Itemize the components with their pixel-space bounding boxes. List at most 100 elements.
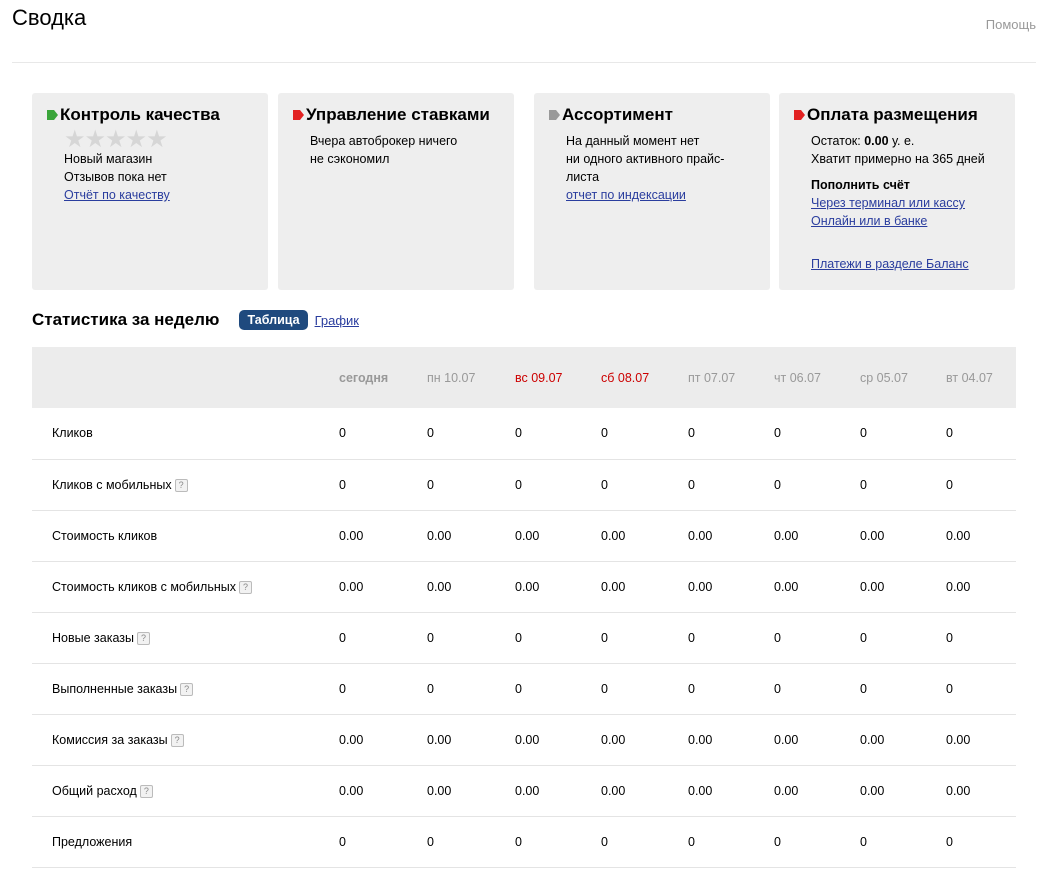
table-cell: 0 [946,477,953,492]
stats-header: Статистика за неделю Таблица График [32,310,359,330]
stats-title: Статистика за неделю [32,310,220,329]
table-cell: 0.00 [427,528,452,543]
card-quality-title: Контроль качества [47,105,268,125]
table-cell: 0.00 [601,528,626,543]
table-cell: 0.00 [515,579,540,594]
row-label-cell: Кликов с мобильных? [32,459,339,510]
row-label-cell: Выполненные заказы? [32,663,339,714]
table-cell: 0.00 [774,528,799,543]
table-cell: 0.00 [515,783,540,798]
balance-unit: у. е. [888,134,915,148]
help-question-icon[interactable]: ? [139,784,153,798]
column-header: чт 06.07 [774,370,821,385]
row-label: Выполненные заказы [52,681,178,696]
page-title: Сводка [12,5,87,30]
table-cell: 0.00 [946,528,971,543]
table-cell: 0.00 [774,732,799,747]
gray-flag-icon [549,110,560,120]
row-label-cell: Стоимость кликов с мобильных? [32,561,339,612]
balance-payments-link[interactable]: Платежи в разделе Баланс [811,255,1015,273]
table-cell: 0 [601,834,608,849]
indexing-report-link[interactable]: отчет по индексации [566,186,770,204]
table-cell: 0.00 [688,732,713,747]
table-cell: 0 [339,681,346,696]
table-cell: 0 [774,834,781,849]
star-icon: ★ [84,126,106,153]
summary-cards: Контроль качества ★★★★★ Новый магазин От… [32,93,1015,290]
help-question-icon[interactable]: ? [238,580,252,594]
table-cell: 0.00 [860,528,885,543]
table-cell: 0 [601,630,608,645]
table-cell: 0 [515,681,522,696]
table-row: Кликов 0 0 0 0 0 0 0 0 [32,408,1016,459]
table-cell: 0 [601,477,608,492]
table-cell: 0 [339,426,346,441]
star-icon: ★ [64,126,85,153]
row-label: Стоимость кликов с мобильных [52,579,236,594]
row-label-cell: Общий расход? [32,765,339,816]
table-cell: 0.00 [515,528,540,543]
table-cell: 0 [515,834,522,849]
table-row: Предложения 0 0 0 0 0 0 0 0 [32,816,1016,867]
topup-terminal-link[interactable]: Через терминал или кассу [811,194,1015,212]
column-header: сегодня [339,370,389,385]
help-question-icon[interactable]: ? [170,733,184,747]
table-row: Стоимость кликов с мобильных? 0.00 0.00 0.0… [32,561,1016,612]
table-cell: 0 [860,477,867,492]
tab-table[interactable]: Таблица [239,310,308,330]
table-cell: 0.00 [601,732,626,747]
row-label-cell: Новые заказы? [32,612,339,663]
help-question-icon[interactable]: ? [136,631,150,645]
assortment-status-line-2: ни одного активного прайс- [566,152,725,166]
help-question-icon[interactable]: ? [174,478,188,492]
table-cell: 0 [427,477,434,492]
table-cell: 0 [774,681,781,696]
table-cell: 0.00 [339,732,364,747]
table-cell: 0 [601,681,608,696]
table-cell: 0 [427,426,434,441]
tab-chart[interactable]: График [315,313,359,328]
row-label: Стоимость кликов [52,528,158,543]
quality-report-link[interactable]: Отчёт по качеству [64,186,268,204]
table-cell: 0 [946,834,953,849]
table-row: Выполненные заказы? 0 0 0 0 0 0 0 0 [32,663,1016,714]
card-assortment-title: Ассортимент [549,105,770,125]
table-cell: 0 [774,630,781,645]
table-cell: 0.00 [601,579,626,594]
row-label: Новые заказы [52,630,134,645]
header-divider [12,62,1036,63]
balance-label: Остаток: [811,134,865,148]
table-cell: 0.00 [774,579,799,594]
table-cell: 0.00 [688,528,713,543]
row-label: Предложения [52,834,133,849]
table-cell: 0 [946,630,953,645]
table-cell: 0 [427,834,434,849]
table-cell: 0.00 [860,732,885,747]
table-cell: 0 [515,477,522,492]
table-row: Новые заказы? 0 0 0 0 0 0 0 0 [32,612,1016,663]
green-flag-icon [47,110,58,120]
table-cell: 0 [339,834,346,849]
bids-status-line-2: не сэкономил [310,152,390,166]
help-link[interactable]: Помощь [986,17,1036,32]
table-cell: 0.00 [601,783,626,798]
column-header: пт 07.07 [688,370,736,385]
card-assortment: Ассортимент На данный момент нет ни одно… [534,93,770,290]
table-cell: 0.00 [688,579,713,594]
table-cell: 0 [688,681,695,696]
topup-online-link[interactable]: Онлайн или в банке [811,212,1015,230]
assortment-status-line-3: листа [566,170,600,184]
days-remaining: Хватит примерно на 365 дней [811,152,985,166]
table-cell: 0 [339,477,346,492]
row-label-cell: Предложения [32,816,339,867]
table-cell: 0.00 [339,528,364,543]
assortment-status-line-1: На данный момент нет [566,134,700,148]
card-payment: Оплата размещения Остаток: 0.00 у. е. Хв… [779,93,1015,290]
help-question-icon[interactable]: ? [180,682,194,696]
table-cell: 0.00 [946,579,971,594]
table-cell: 0.00 [946,783,971,798]
star-icon: ★ [146,126,167,153]
table-cell: 0.00 [860,579,885,594]
bids-status-line-1: Вчера автоброкер ничего [310,134,458,148]
table-cell: 0 [860,630,867,645]
